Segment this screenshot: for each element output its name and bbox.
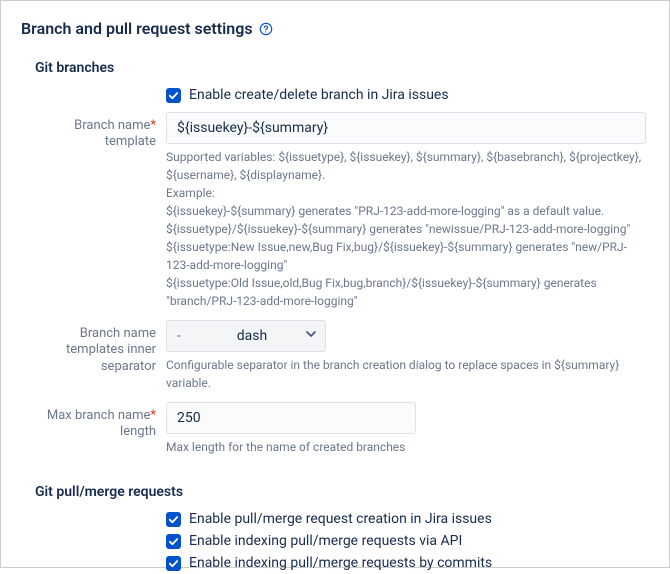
enable-create-delete-branch-checkbox[interactable]	[166, 88, 181, 103]
git-branches-heading: Git branches	[35, 60, 649, 76]
enable-pr-creation-row[interactable]: Enable pull/merge request creation in Ji…	[166, 508, 649, 530]
enable-pr-creation-label: Enable pull/merge request creation in Ji…	[189, 511, 492, 527]
enable-index-api-checkbox[interactable]	[166, 534, 181, 549]
branch-name-template-help: Supported variables: ${issuetype}, ${iss…	[166, 148, 649, 310]
inner-separator-select[interactable]: - dash	[166, 320, 326, 352]
max-branch-name-length-label: Max branch name* length	[21, 402, 166, 441]
help-icon[interactable]	[259, 22, 273, 36]
enable-index-api-label: Enable indexing pull/merge requests via …	[189, 533, 462, 549]
branch-name-template-label: Branch name* template	[21, 112, 166, 151]
enable-index-commits-label: Enable indexing pull/merge requests by c…	[189, 555, 492, 571]
enable-index-commits-row[interactable]: Enable indexing pull/merge requests by c…	[166, 552, 649, 574]
page-title-text: Branch and pull request settings	[21, 19, 253, 38]
page-title: Branch and pull request settings	[21, 19, 649, 38]
enable-create-delete-branch-row[interactable]: Enable create/delete branch in Jira issu…	[166, 84, 649, 106]
git-pull-merge-heading: Git pull/merge requests	[35, 484, 649, 500]
max-branch-name-length-help: Max length for the name of created branc…	[166, 438, 649, 456]
enable-index-api-row[interactable]: Enable indexing pull/merge requests via …	[166, 530, 649, 552]
chevron-down-icon	[305, 328, 317, 344]
inner-separator-name: dash	[199, 328, 317, 344]
enable-index-commits-checkbox[interactable]	[166, 556, 181, 571]
inner-separator-label: Branch name templates inner separator	[21, 320, 166, 375]
enable-pr-creation-checkbox[interactable]	[166, 512, 181, 527]
inner-separator-help: Configurable separator in the branch cre…	[166, 356, 649, 392]
inner-separator-symbol: -	[177, 328, 199, 344]
enable-create-delete-branch-label: Enable create/delete branch in Jira issu…	[189, 87, 449, 103]
max-branch-name-length-input[interactable]	[166, 402, 416, 434]
branch-name-template-input[interactable]	[166, 112, 646, 144]
